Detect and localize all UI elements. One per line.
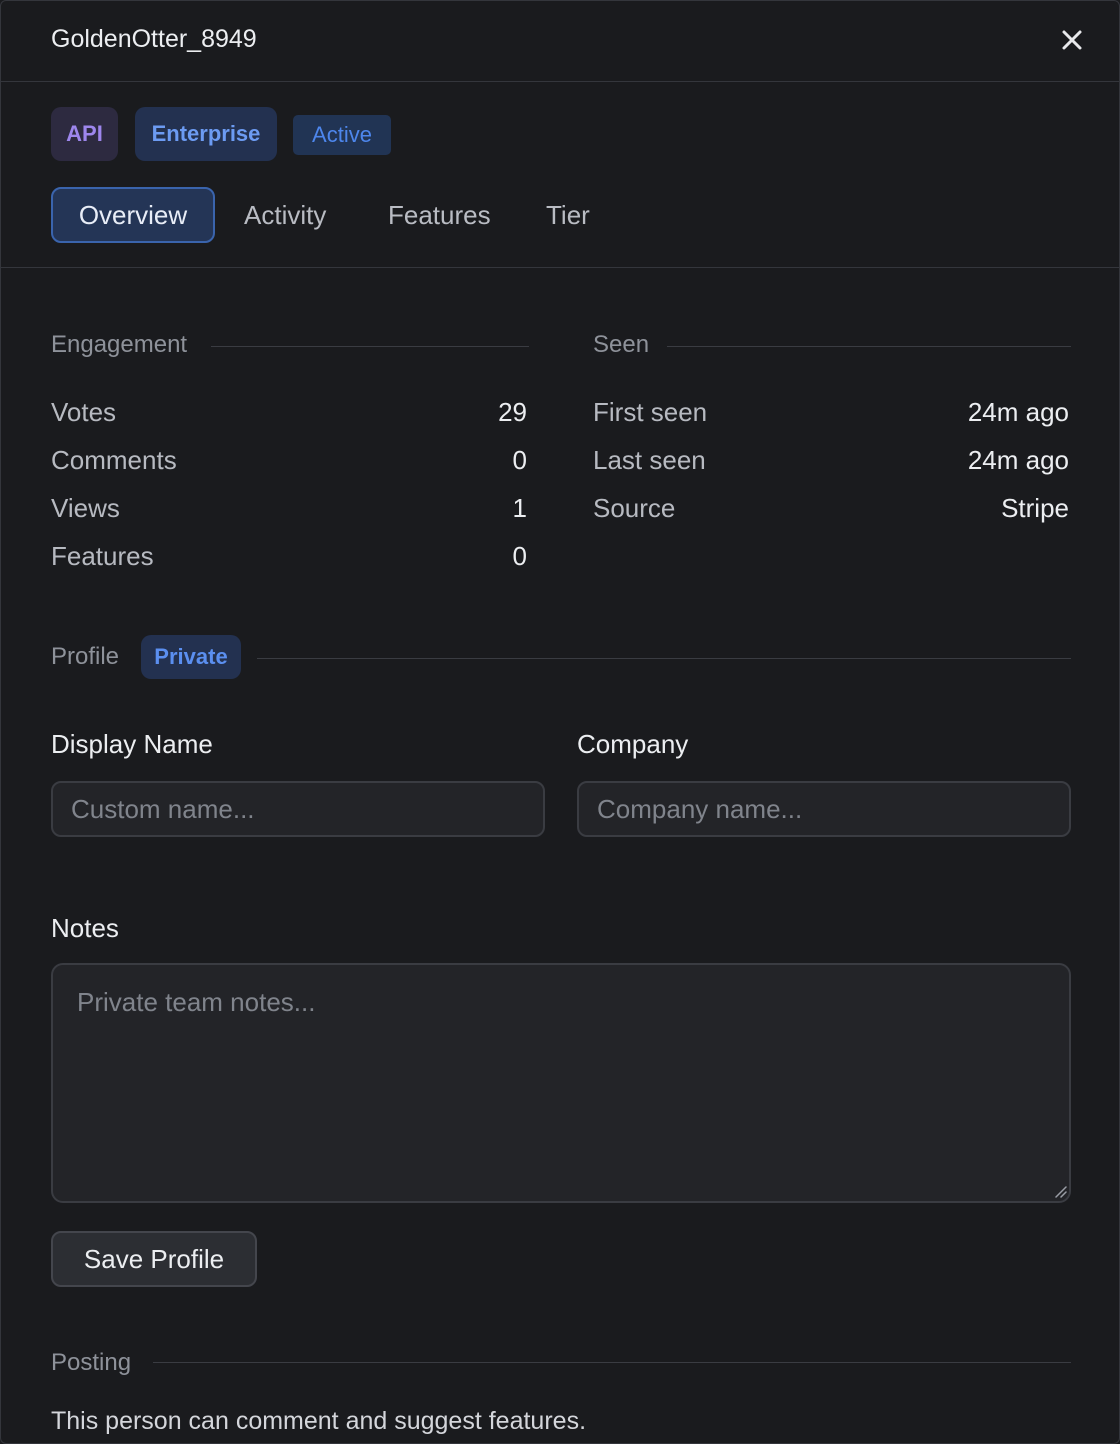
tab-features[interactable]: Features xyxy=(388,187,491,243)
views-value: 1 xyxy=(512,493,527,523)
resize-handle-icon[interactable] xyxy=(1053,1184,1067,1198)
engagement-divider xyxy=(211,346,529,347)
profile-divider xyxy=(257,658,1071,659)
notes-label: Notes xyxy=(51,913,119,943)
last-seen-label: Last seen xyxy=(593,445,706,475)
display-name-label: Display Name xyxy=(51,729,213,759)
person-name-title: GoldenOtter_8949 xyxy=(51,25,257,53)
posting-section-title: Posting xyxy=(51,1349,132,1376)
tab-activity[interactable]: Activity xyxy=(244,187,326,243)
tab-tier[interactable]: Tier xyxy=(546,187,590,243)
save-profile-button[interactable]: Save Profile xyxy=(51,1231,257,1287)
company-input[interactable] xyxy=(577,781,1071,837)
first-seen-value: 24m ago xyxy=(967,397,1069,427)
votes-label: Votes xyxy=(51,397,117,427)
posting-permission-text: This person can comment and suggest feat… xyxy=(51,1407,587,1435)
api-badge: API xyxy=(51,107,118,161)
profile-section-title: Profile xyxy=(51,643,120,670)
source-value: Stripe xyxy=(1001,493,1069,523)
seen-divider xyxy=(667,346,1071,347)
first-seen-label: First seen xyxy=(593,397,708,427)
close-icon xyxy=(1062,30,1082,50)
person-detail-panel: GoldenOtter_8949 API Enterprise Active O… xyxy=(0,0,1120,1444)
company-label: Company xyxy=(577,729,689,759)
posting-divider xyxy=(153,1362,1071,1363)
tab-overview[interactable]: Overview xyxy=(51,187,215,243)
panel-header: GoldenOtter_8949 xyxy=(1,1,1119,82)
private-badge: Private xyxy=(141,635,241,679)
source-label: Source xyxy=(593,493,676,523)
last-seen-value: 24m ago xyxy=(967,445,1069,475)
badges-and-tabs: API Enterprise Active Overview Activity … xyxy=(1,82,1119,268)
comments-label: Comments xyxy=(51,445,177,475)
features-label: Features xyxy=(51,541,154,571)
votes-value: 29 xyxy=(498,397,527,427)
engagement-section-title: Engagement xyxy=(51,331,188,358)
display-name-input[interactable] xyxy=(51,781,545,837)
features-value: 0 xyxy=(512,541,527,571)
status-badge: Active xyxy=(293,115,391,155)
seen-section-title: Seen xyxy=(593,331,650,358)
comments-value: 0 xyxy=(512,445,527,475)
tier-badge: Enterprise xyxy=(135,107,277,161)
views-label: Views xyxy=(51,493,120,523)
close-button[interactable] xyxy=(1059,27,1085,53)
notes-textarea[interactable] xyxy=(51,963,1071,1203)
